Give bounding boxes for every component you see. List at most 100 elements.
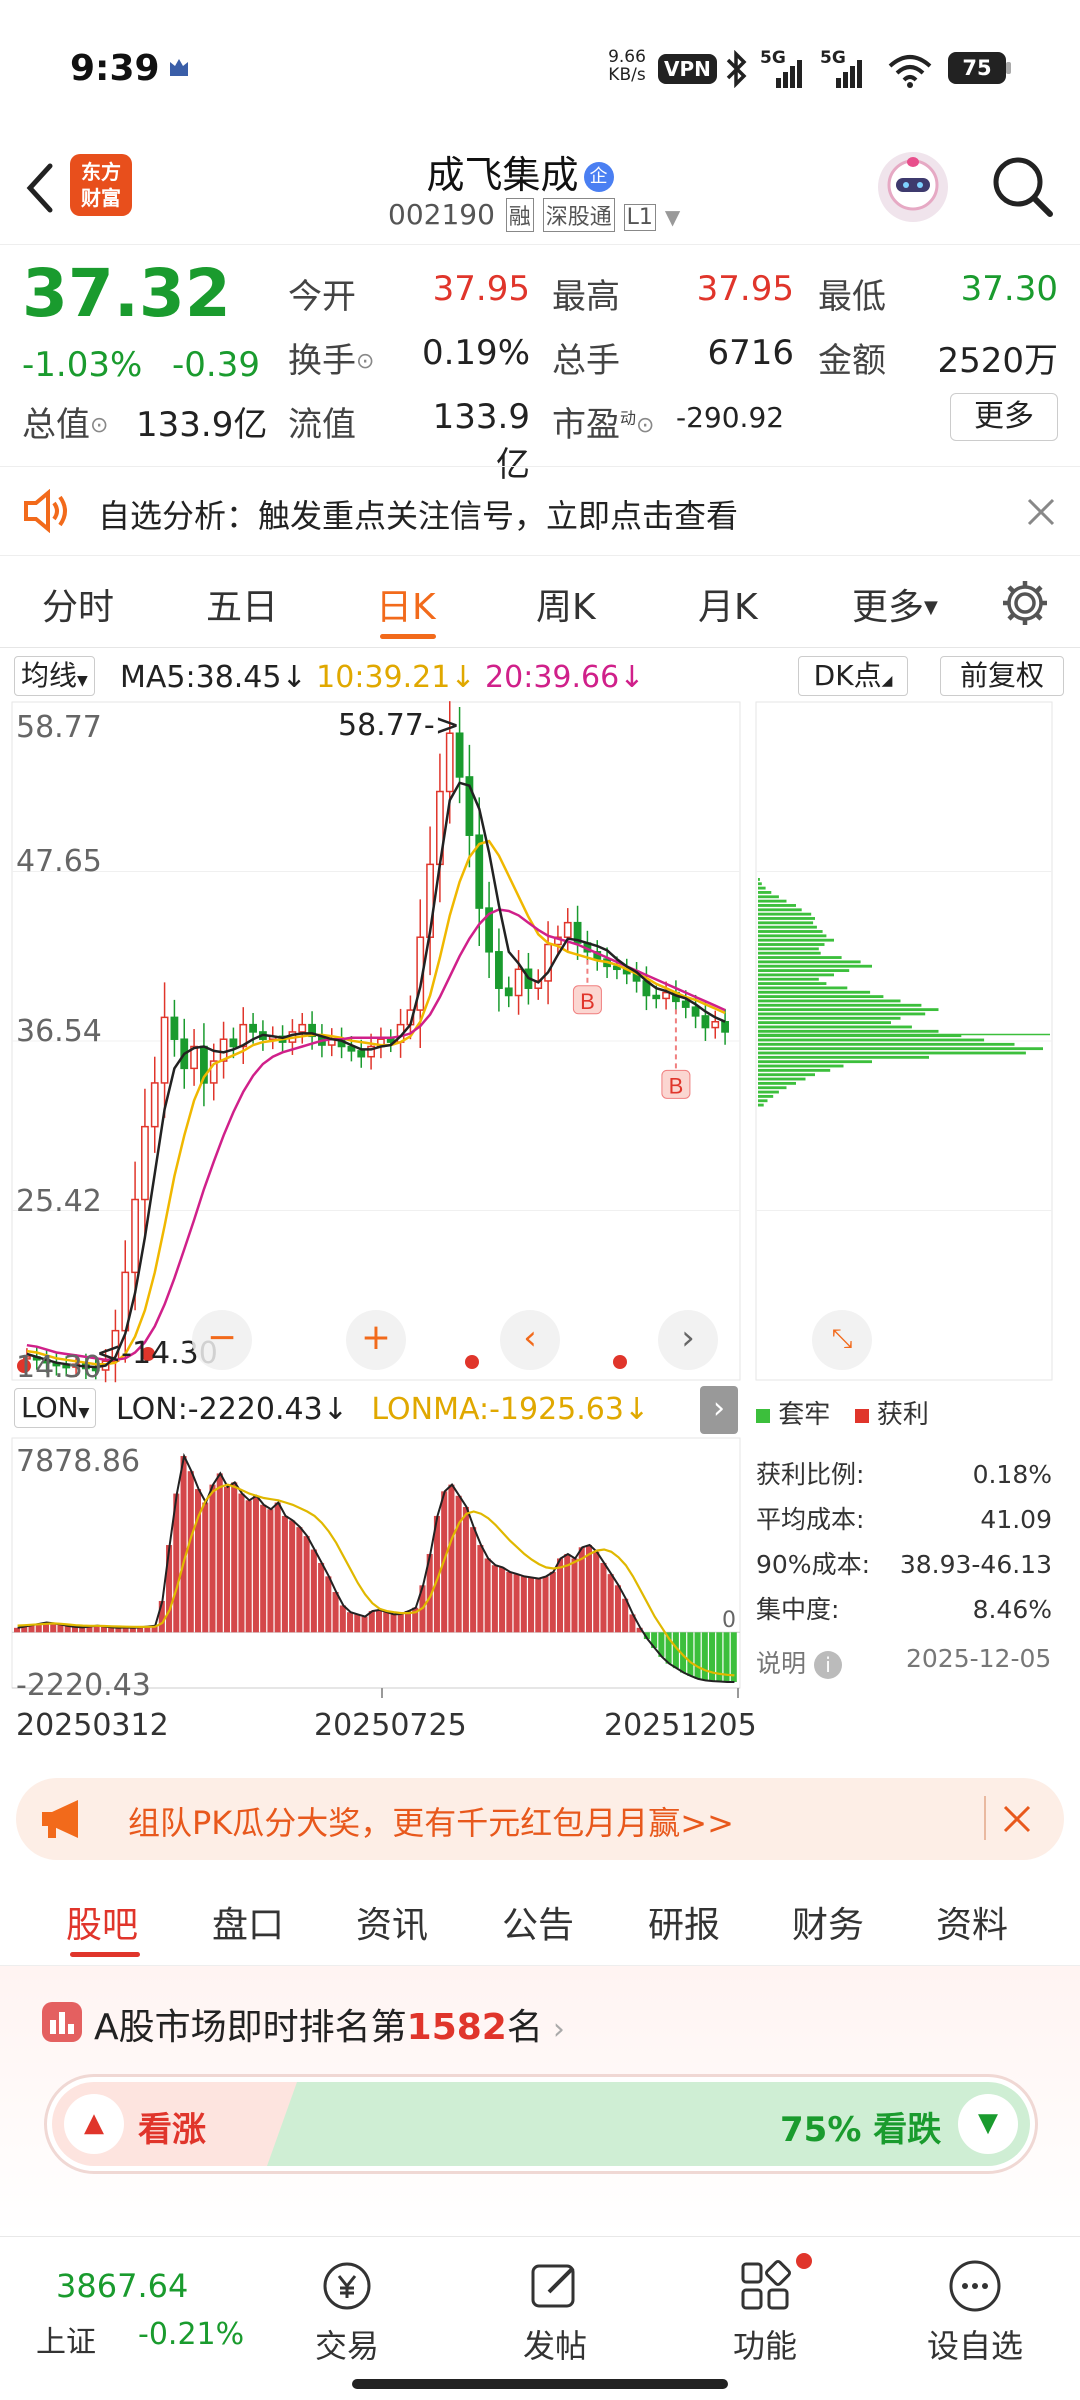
chip-bar xyxy=(758,1086,787,1090)
lon-bar xyxy=(520,1576,527,1633)
tab-financials[interactable]: 财务 xyxy=(792,1896,864,1948)
chip-bar xyxy=(758,908,802,912)
pan-left-button[interactable]: ‹ xyxy=(500,1310,560,1370)
lon-bar xyxy=(397,1613,404,1633)
chip-bar xyxy=(758,1021,891,1025)
candle-body xyxy=(711,1020,720,1029)
lon-bar xyxy=(274,1502,281,1633)
amount-label: 金额 xyxy=(818,341,886,381)
chip-bar xyxy=(758,1003,922,1007)
chip-bar xyxy=(758,986,848,990)
add-watchlist-button[interactable]: 设自选 xyxy=(910,2255,1040,2367)
level-tag: L1 xyxy=(623,204,656,231)
zoom-out-button[interactable]: − xyxy=(192,1310,252,1370)
rank-text[interactable]: A股市场即时排名第1582名 › xyxy=(94,1998,565,2050)
close-icon[interactable] xyxy=(1002,1804,1032,1838)
tab-forum[interactable]: 股吧 xyxy=(66,1896,138,1948)
lon-bar xyxy=(542,1576,549,1633)
tab-profile[interactable]: 资料 xyxy=(936,1896,1008,1948)
lon-zero-label: 0 xyxy=(722,1608,736,1633)
tab-monthly-k[interactable]: 月K xyxy=(698,578,758,630)
speaker-icon xyxy=(22,488,70,537)
lon-bar xyxy=(390,1614,397,1633)
post-button[interactable]: 发帖 xyxy=(490,2255,620,2367)
low-value: 37.30 xyxy=(960,269,1058,309)
assistant-avatar[interactable] xyxy=(878,152,948,222)
back-button[interactable] xyxy=(20,158,60,222)
search-icon[interactable] xyxy=(988,152,1056,224)
pan-right-button[interactable]: › xyxy=(658,1310,718,1370)
tab-five-day[interactable]: 五日 xyxy=(206,578,278,630)
tab-intraday[interactable]: 分时 xyxy=(42,578,114,630)
settings-gear-icon[interactable] xyxy=(1000,578,1050,632)
tab-weekly-k[interactable]: 周K xyxy=(536,578,596,630)
bear-vote-icon[interactable]: ▼ xyxy=(958,2094,1018,2154)
chip-bar xyxy=(758,1077,806,1081)
caret-down-icon: ▼ xyxy=(924,597,938,618)
candle-body xyxy=(249,1023,257,1033)
chip-bar xyxy=(758,912,812,916)
brand-line-1: 东方 xyxy=(81,160,121,184)
index-value[interactable]: 3867.64 xyxy=(56,2267,188,2305)
chip-bar xyxy=(758,995,884,999)
bear-label[interactable]: 75% 看跌 xyxy=(780,2102,941,2151)
index-name[interactable]: 上证 xyxy=(36,2317,96,2361)
lon-bar xyxy=(325,1576,332,1633)
chip-bar xyxy=(758,1055,929,1059)
lon-bar xyxy=(557,1558,564,1633)
close-icon[interactable] xyxy=(1026,497,1056,531)
date-axis-label: 20250725 xyxy=(314,1708,467,1743)
bull-vote-icon[interactable]: ▲ xyxy=(64,2094,124,2154)
candle-body xyxy=(662,991,670,1000)
info-circle-icon[interactable]: ⊙ xyxy=(636,413,654,438)
tab-order-book[interactable]: 盘口 xyxy=(212,1896,284,1948)
enterprise-badge: 企 xyxy=(583,162,614,192)
candle-body xyxy=(652,994,661,1000)
pe-label: 市盈 xyxy=(552,405,620,445)
tab-announcements[interactable]: 公告 xyxy=(502,1896,574,1948)
dropdown-triangle-icon[interactable]: ▼ xyxy=(665,205,680,229)
candle-body xyxy=(160,1016,169,1084)
lon-bar xyxy=(484,1558,491,1633)
info-circle-icon[interactable]: ⊙ xyxy=(356,349,374,374)
tab-research[interactable]: 研报 xyxy=(648,1896,720,1948)
trade-label: 交易 xyxy=(314,2327,379,2365)
chip-bar xyxy=(758,930,823,933)
yen-circle-icon xyxy=(282,2255,412,2317)
rank-number: 1582 xyxy=(406,2007,507,2048)
tab-more[interactable]: 更多▼ xyxy=(852,578,938,630)
chip-bar xyxy=(758,960,861,964)
trade-button[interactable]: 交易 xyxy=(282,2255,412,2367)
indicator-next-button[interactable]: › xyxy=(700,1386,738,1434)
notice-bar[interactable]: 自选分析：触发重点关注信号，立即点击查看 xyxy=(0,466,1080,556)
lon-bar xyxy=(347,1612,354,1633)
lon-bar xyxy=(600,1562,607,1633)
bull-label[interactable]: 看涨 xyxy=(138,2102,206,2151)
home-indicator xyxy=(352,2379,728,2389)
candle-body xyxy=(514,968,523,997)
brand-logo[interactable]: 东方 财富 xyxy=(70,154,132,216)
post-label: 发帖 xyxy=(522,2327,587,2365)
promo-banner[interactable]: 组队PK瓜分大奖，更有千元红包月月赢>> xyxy=(16,1778,1064,1860)
stock-title-block[interactable]: 成飞集成 企 xyxy=(330,144,710,199)
lon-bar xyxy=(499,1567,506,1633)
tab-daily-k[interactable]: 日K xyxy=(376,578,436,630)
zoom-in-button[interactable]: + xyxy=(346,1310,406,1370)
lon-bar xyxy=(216,1473,223,1633)
expand-icon[interactable]: ⤡ xyxy=(812,1310,872,1370)
function-button[interactable]: 功能 xyxy=(700,2253,830,2367)
more-button[interactable]: 更多 xyxy=(950,393,1058,441)
signal-icon-2 xyxy=(822,56,862,94)
open-label: 今开 xyxy=(288,277,356,317)
tab-news[interactable]: 资讯 xyxy=(356,1896,428,1948)
lon-bar xyxy=(318,1562,325,1633)
indicator-selector[interactable]: LON▼ xyxy=(14,1388,97,1428)
lon-bar xyxy=(209,1484,216,1633)
active-tab-indicator xyxy=(380,634,436,639)
chip-note-link[interactable]: 说明 i xyxy=(756,1644,842,1680)
index-change[interactable]: -0.21% xyxy=(138,2317,244,2352)
turnover-value: 0.19% xyxy=(421,333,530,373)
lon-bar xyxy=(455,1495,462,1633)
info-circle-icon[interactable]: ⊙ xyxy=(90,413,108,438)
lon-bar xyxy=(50,1623,57,1633)
